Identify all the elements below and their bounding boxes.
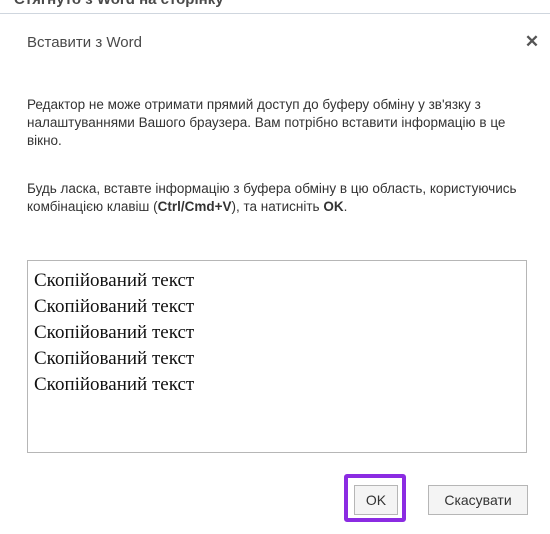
paste-area[interactable]: Скопійований текст Скопійований текст Ск…	[27, 260, 527, 453]
message-paragraph-1: Редактор не може отримати прямий доступ …	[27, 97, 506, 148]
ok-reference: OK	[323, 199, 344, 214]
pasted-line: Скопійований текст	[34, 270, 195, 291]
pasted-line: Скопійований текст	[34, 374, 195, 395]
message-text: ), та натисніть	[231, 199, 324, 214]
cancel-button[interactable]: Скасувати	[428, 485, 528, 515]
close-icon[interactable]: ✕	[523, 33, 541, 51]
pasted-line: Скопійований текст	[34, 322, 195, 343]
top-strip: Стягнуто з Word на сторінку	[0, 0, 550, 14]
shortcut-label: Ctrl/Cmd+V	[157, 199, 232, 214]
pasted-line: Скопійований текст	[34, 348, 195, 369]
pasted-line: Скопійований текст	[34, 296, 195, 317]
ok-button[interactable]: OK	[354, 485, 398, 515]
top-strip-text: Стягнуто з Word на сторінку	[14, 0, 224, 8]
message-paragraph-2: Будь ласка, вставте інформацію з буфера …	[27, 180, 532, 216]
top-divider	[0, 13, 550, 14]
message-text: .	[343, 199, 348, 214]
dialog-title: Вставити з Word	[27, 34, 142, 51]
